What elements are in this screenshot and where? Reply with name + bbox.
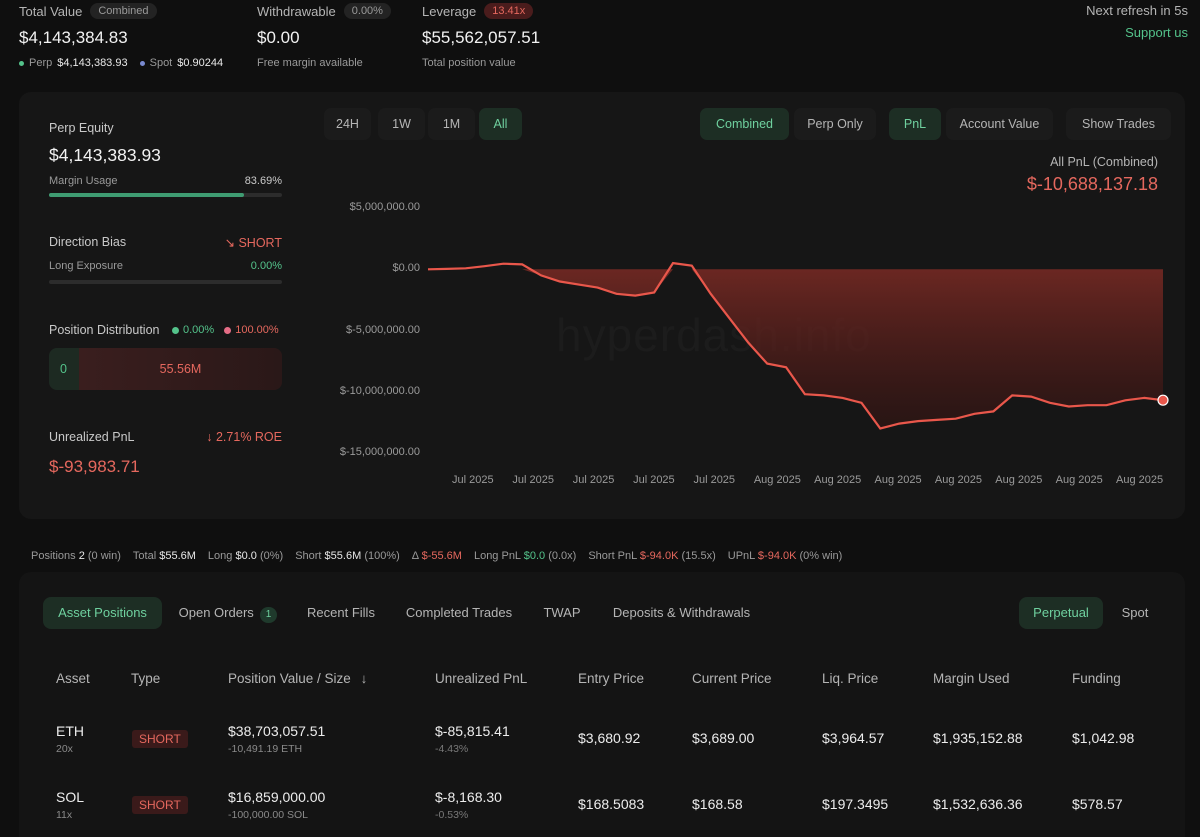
delta-value: $-55.6M <box>421 550 462 562</box>
row-current-price: $3,689.00 <box>692 730 755 746</box>
col-entry-price[interactable]: Entry Price <box>578 671 644 686</box>
col-position-value-label: Position Value / Size <box>228 671 351 686</box>
row-pnl-pct: -0.53% <box>435 809 469 821</box>
pnl-end-point[interactable] <box>1157 394 1169 406</box>
tab-perpetual[interactable]: Perpetual <box>1019 597 1103 629</box>
long-label: Long <box>207 550 233 562</box>
delta-label: Δ <box>411 550 419 562</box>
short-pct: (100%) <box>364 550 400 562</box>
col-funding[interactable]: Funding <box>1072 671 1121 686</box>
row-unrealized-pnl: $-8,168.30 <box>435 789 502 805</box>
short-value: $55.6M <box>324 550 362 562</box>
col-unrealized-pnl[interactable]: Unrealized PnL <box>435 671 527 686</box>
row-unrealized-pnl: $-85,815.41 <box>435 723 510 739</box>
row-funding: $1,042.98 <box>1072 730 1135 746</box>
positions-summary: Positions 2 (0 win) Total $55.6M Long $0… <box>31 550 842 562</box>
row-margin-used: $1,532,636.36 <box>933 796 1023 812</box>
tab-open-orders[interactable]: Open Orders 1 <box>172 597 284 629</box>
tab-recent-fills[interactable]: Recent Fills <box>298 597 384 629</box>
row-asset[interactable]: ETH <box>56 723 84 739</box>
col-margin-used[interactable]: Margin Used <box>933 671 1010 686</box>
col-position-value[interactable]: Position Value / Size ↓ <box>228 671 367 686</box>
row-position-size: -100,000.00 SOL <box>228 809 308 821</box>
tab-deposits-withdrawals[interactable]: Deposits & Withdrawals <box>604 597 759 629</box>
pnl-chart[interactable] <box>0 0 1200 520</box>
positions-label: Positions <box>31 550 76 562</box>
col-type[interactable]: Type <box>131 671 160 686</box>
positions-count: 2 <box>78 550 85 562</box>
row-entry-price: $3,680.92 <box>578 730 641 746</box>
sort-arrow-down-icon[interactable]: ↓ <box>361 671 368 686</box>
row-liq-price: $3,964.57 <box>822 730 885 746</box>
row-leverage: 20x <box>56 743 73 755</box>
row-liq-price: $197.3495 <box>822 796 889 812</box>
row-asset[interactable]: SOL <box>56 789 84 805</box>
short-label: Short <box>295 550 322 562</box>
long-pct: (0%) <box>259 550 284 562</box>
long-pnl-x: (0.0x) <box>548 550 577 562</box>
col-liq-price[interactable]: Liq. Price <box>822 671 878 686</box>
row-position-size: -10,491.19 ETH <box>228 743 303 755</box>
short-badge: SHORT <box>132 730 188 748</box>
row-funding: $578.57 <box>1072 796 1123 812</box>
col-asset[interactable]: Asset <box>56 671 90 686</box>
open-orders-count: 1 <box>259 607 278 623</box>
tab-spot[interactable]: Spot <box>1110 597 1160 629</box>
long-pnl-label: Long PnL <box>473 550 521 562</box>
row-entry-price: $168.5083 <box>578 796 645 812</box>
col-current-price[interactable]: Current Price <box>692 671 772 686</box>
open-orders-label: Open Orders <box>178 605 254 620</box>
long-pnl-value: $0.0 <box>523 550 546 562</box>
tab-twap[interactable]: TWAP <box>534 597 590 629</box>
upnl-win: (0% win) <box>799 550 843 562</box>
row-leverage: 11x <box>56 809 73 821</box>
tab-asset-positions[interactable]: Asset Positions <box>43 597 162 629</box>
short-pnl-value: $-94.0K <box>639 550 679 562</box>
row-pnl-pct: -4.43% <box>435 743 469 755</box>
short-badge: SHORT <box>132 796 188 814</box>
positions-win: (0 win) <box>87 550 121 562</box>
long-value: $0.0 <box>235 550 257 562</box>
short-pnl-x: (15.5x) <box>681 550 716 562</box>
pnl-area <box>428 269 1163 429</box>
total-label: Total <box>132 550 157 562</box>
tab-completed-trades[interactable]: Completed Trades <box>397 597 521 629</box>
upnl-value: $-94.0K <box>757 550 797 562</box>
total-value-strip: $55.6M <box>159 550 196 562</box>
row-position-value: $38,703,057.51 <box>228 723 326 739</box>
row-position-value: $16,859,000.00 <box>228 789 326 805</box>
row-current-price: $168.58 <box>692 796 743 812</box>
short-pnl-label: Short PnL <box>588 550 637 562</box>
upnl-label: UPnL <box>727 550 755 562</box>
row-margin-used: $1,935,152.88 <box>933 730 1023 746</box>
